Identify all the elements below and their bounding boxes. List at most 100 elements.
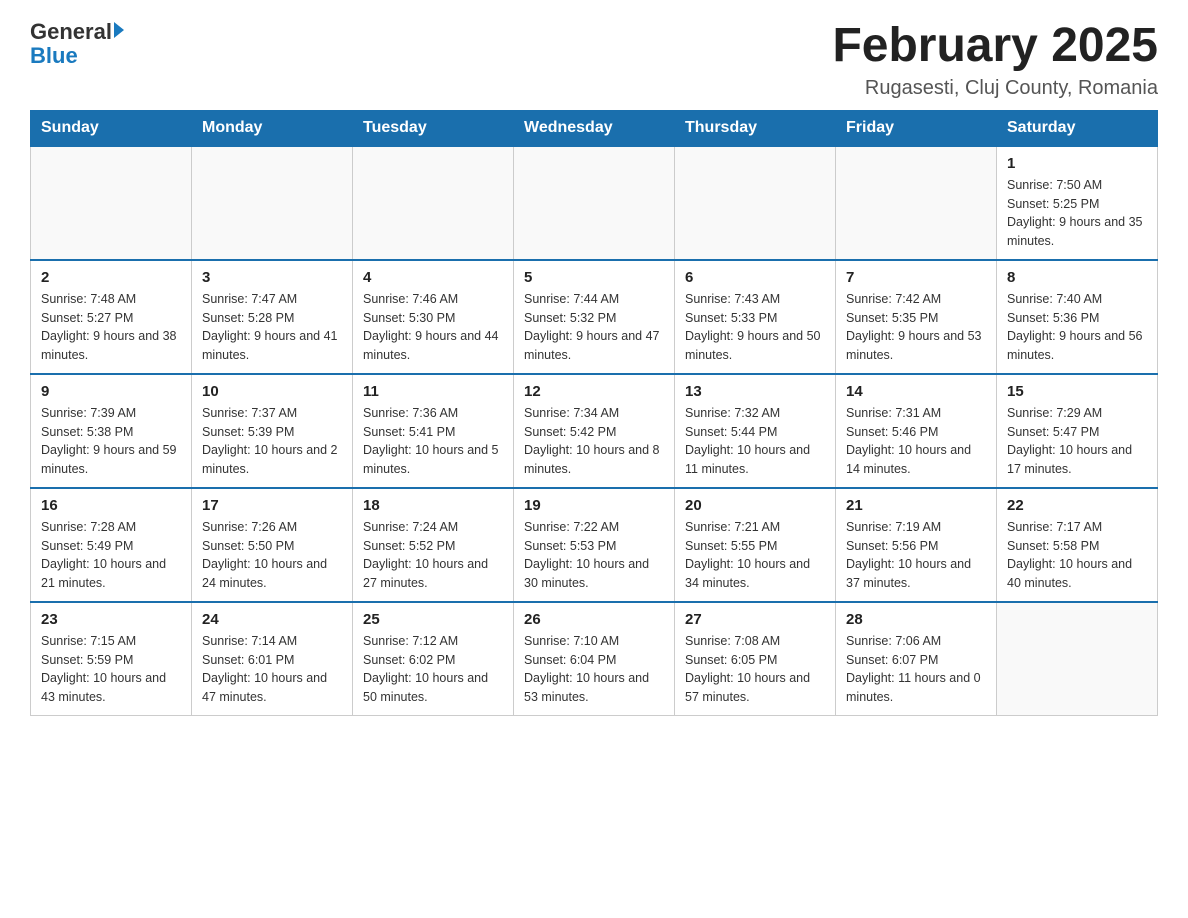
calendar-cell: 4 Sunrise: 7:46 AM Sunset: 5:30 PM Daylig…	[353, 260, 514, 374]
day-info: Sunrise: 7:10 AM Sunset: 6:04 PM Dayligh…	[524, 632, 664, 707]
calendar-cell	[997, 602, 1158, 716]
calendar-cell: 6 Sunrise: 7:43 AM Sunset: 5:33 PM Daylig…	[675, 260, 836, 374]
day-info: Sunrise: 7:46 AM Sunset: 5:30 PM Dayligh…	[363, 290, 503, 365]
day-info: Sunrise: 7:47 AM Sunset: 5:28 PM Dayligh…	[202, 290, 342, 365]
day-info: Sunrise: 7:44 AM Sunset: 5:32 PM Dayligh…	[524, 290, 664, 365]
calendar-cell: 8Sunrise: 7:40 AM Sunset: 5:36 PM Daylig…	[997, 260, 1158, 374]
day-number: 24	[202, 611, 342, 628]
calendar-cell: 25Sunrise: 7:12 AM Sunset: 6:02 PM Dayli…	[353, 602, 514, 716]
day-info: Sunrise: 7:08 AM Sunset: 6:05 PM Dayligh…	[685, 632, 825, 707]
day-number: 17	[202, 497, 342, 514]
calendar-cell: 10 Sunrise: 7:37 AM Sunset: 5:39 PM Dayli…	[192, 374, 353, 488]
calendar-cell: 15 Sunrise: 7:29 AM Sunset: 5:47 PM Dayli…	[997, 374, 1158, 488]
calendar-week-4: 16 Sunrise: 7:28 AM Sunset: 5:49 PM Dayli…	[31, 488, 1158, 602]
day-number: 3	[202, 269, 342, 286]
logo-general-text: General	[30, 20, 112, 44]
calendar-subtitle: Rugasesti, Cluj County, Romania	[832, 77, 1158, 100]
day-number: 21	[846, 497, 986, 514]
title-section: February 2025 Rugasesti, Cluj County, Ro…	[832, 20, 1158, 100]
calendar-table: SundayMondayTuesdayWednesdayThursdayFrid…	[30, 110, 1158, 716]
calendar-cell	[514, 146, 675, 260]
calendar-title: February 2025	[832, 20, 1158, 73]
page-header: General Blue February 2025 Rugasesti, Cl…	[30, 20, 1158, 100]
day-info: Sunrise: 7:19 AM Sunset: 5:56 PM Dayligh…	[846, 518, 986, 593]
day-info: Sunrise: 7:43 AM Sunset: 5:33 PM Dayligh…	[685, 290, 825, 365]
calendar-cell	[31, 146, 192, 260]
day-header-monday: Monday	[192, 110, 353, 146]
day-number: 7	[846, 269, 986, 286]
day-number: 19	[524, 497, 664, 514]
day-info: Sunrise: 7:42 AM Sunset: 5:35 PM Dayligh…	[846, 290, 986, 365]
day-number: 6	[685, 269, 825, 286]
calendar-cell: 19 Sunrise: 7:22 AM Sunset: 5:53 PM Dayli…	[514, 488, 675, 602]
day-info: Sunrise: 7:39 AM Sunset: 5:38 PM Dayligh…	[41, 404, 181, 479]
day-info: Sunrise: 7:48 AM Sunset: 5:27 PM Dayligh…	[41, 290, 181, 365]
day-number: 16	[41, 497, 181, 514]
day-number: 14	[846, 383, 986, 400]
calendar-cell: 9 Sunrise: 7:39 AM Sunset: 5:38 PM Daylig…	[31, 374, 192, 488]
day-number: 18	[363, 497, 503, 514]
day-header-friday: Friday	[836, 110, 997, 146]
calendar-cell: 5 Sunrise: 7:44 AM Sunset: 5:32 PM Daylig…	[514, 260, 675, 374]
calendar-cell	[836, 146, 997, 260]
calendar-week-3: 9 Sunrise: 7:39 AM Sunset: 5:38 PM Daylig…	[31, 374, 1158, 488]
day-number: 27	[685, 611, 825, 628]
calendar-cell: 18 Sunrise: 7:24 AM Sunset: 5:52 PM Dayli…	[353, 488, 514, 602]
day-info: Sunrise: 7:22 AM Sunset: 5:53 PM Dayligh…	[524, 518, 664, 593]
day-info: Sunrise: 7:28 AM Sunset: 5:49 PM Dayligh…	[41, 518, 181, 593]
calendar-cell: 21 Sunrise: 7:19 AM Sunset: 5:56 PM Dayli…	[836, 488, 997, 602]
day-info: Sunrise: 7:15 AM Sunset: 5:59 PM Dayligh…	[41, 632, 181, 707]
calendar-cell: 16 Sunrise: 7:28 AM Sunset: 5:49 PM Dayli…	[31, 488, 192, 602]
day-number: 15	[1007, 383, 1147, 400]
calendar-cell: 17 Sunrise: 7:26 AM Sunset: 5:50 PM Dayli…	[192, 488, 353, 602]
calendar-cell: 23Sunrise: 7:15 AM Sunset: 5:59 PM Dayli…	[31, 602, 192, 716]
day-header-saturday: Saturday	[997, 110, 1158, 146]
day-info: Sunrise: 7:37 AM Sunset: 5:39 PM Dayligh…	[202, 404, 342, 479]
day-header-tuesday: Tuesday	[353, 110, 514, 146]
day-info: Sunrise: 7:21 AM Sunset: 5:55 PM Dayligh…	[685, 518, 825, 593]
day-info: Sunrise: 7:29 AM Sunset: 5:47 PM Dayligh…	[1007, 404, 1147, 479]
day-header-sunday: Sunday	[31, 110, 192, 146]
logo: General Blue	[30, 20, 124, 68]
calendar-cell: 20 Sunrise: 7:21 AM Sunset: 5:55 PM Dayli…	[675, 488, 836, 602]
calendar-week-1: 1Sunrise: 7:50 AM Sunset: 5:25 PM Daylig…	[31, 146, 1158, 260]
day-info: Sunrise: 7:36 AM Sunset: 5:41 PM Dayligh…	[363, 404, 503, 479]
day-number: 5	[524, 269, 664, 286]
calendar-cell: 27 Sunrise: 7:08 AM Sunset: 6:05 PM Dayli…	[675, 602, 836, 716]
day-info: Sunrise: 7:34 AM Sunset: 5:42 PM Dayligh…	[524, 404, 664, 479]
calendar-cell: 1Sunrise: 7:50 AM Sunset: 5:25 PM Daylig…	[997, 146, 1158, 260]
calendar-cell: 22 Sunrise: 7:17 AM Sunset: 5:58 PM Dayli…	[997, 488, 1158, 602]
calendar-cell: 26 Sunrise: 7:10 AM Sunset: 6:04 PM Dayli…	[514, 602, 675, 716]
logo-arrow-icon	[114, 22, 124, 38]
day-info: Sunrise: 7:17 AM Sunset: 5:58 PM Dayligh…	[1007, 518, 1147, 593]
calendar-cell	[353, 146, 514, 260]
day-number: 10	[202, 383, 342, 400]
day-number: 12	[524, 383, 664, 400]
day-number: 20	[685, 497, 825, 514]
day-info: Sunrise: 7:24 AM Sunset: 5:52 PM Dayligh…	[363, 518, 503, 593]
day-number: 13	[685, 383, 825, 400]
calendar-week-5: 23Sunrise: 7:15 AM Sunset: 5:59 PM Dayli…	[31, 602, 1158, 716]
calendar-week-2: 2 Sunrise: 7:48 AM Sunset: 5:27 PM Daylig…	[31, 260, 1158, 374]
calendar-cell: 12 Sunrise: 7:34 AM Sunset: 5:42 PM Dayli…	[514, 374, 675, 488]
day-number: 22	[1007, 497, 1147, 514]
day-number: 2	[41, 269, 181, 286]
logo-blue-text: Blue	[30, 44, 124, 68]
day-number: 1	[1007, 155, 1147, 172]
day-info: Sunrise: 7:14 AM Sunset: 6:01 PM Dayligh…	[202, 632, 342, 707]
day-number: 26	[524, 611, 664, 628]
calendar-cell: 24 Sunrise: 7:14 AM Sunset: 6:01 PM Dayli…	[192, 602, 353, 716]
day-number: 4	[363, 269, 503, 286]
calendar-cell: 2 Sunrise: 7:48 AM Sunset: 5:27 PM Daylig…	[31, 260, 192, 374]
day-info: Sunrise: 7:31 AM Sunset: 5:46 PM Dayligh…	[846, 404, 986, 479]
day-info: Sunrise: 7:26 AM Sunset: 5:50 PM Dayligh…	[202, 518, 342, 593]
calendar-cell: 13Sunrise: 7:32 AM Sunset: 5:44 PM Dayli…	[675, 374, 836, 488]
calendar-cell: 11Sunrise: 7:36 AM Sunset: 5:41 PM Dayli…	[353, 374, 514, 488]
day-header-wednesday: Wednesday	[514, 110, 675, 146]
calendar-cell: 7 Sunrise: 7:42 AM Sunset: 5:35 PM Daylig…	[836, 260, 997, 374]
calendar-header-row: SundayMondayTuesdayWednesdayThursdayFrid…	[31, 110, 1158, 146]
day-number: 9	[41, 383, 181, 400]
calendar-cell: 3 Sunrise: 7:47 AM Sunset: 5:28 PM Daylig…	[192, 260, 353, 374]
calendar-cell	[192, 146, 353, 260]
day-number: 8	[1007, 269, 1147, 286]
